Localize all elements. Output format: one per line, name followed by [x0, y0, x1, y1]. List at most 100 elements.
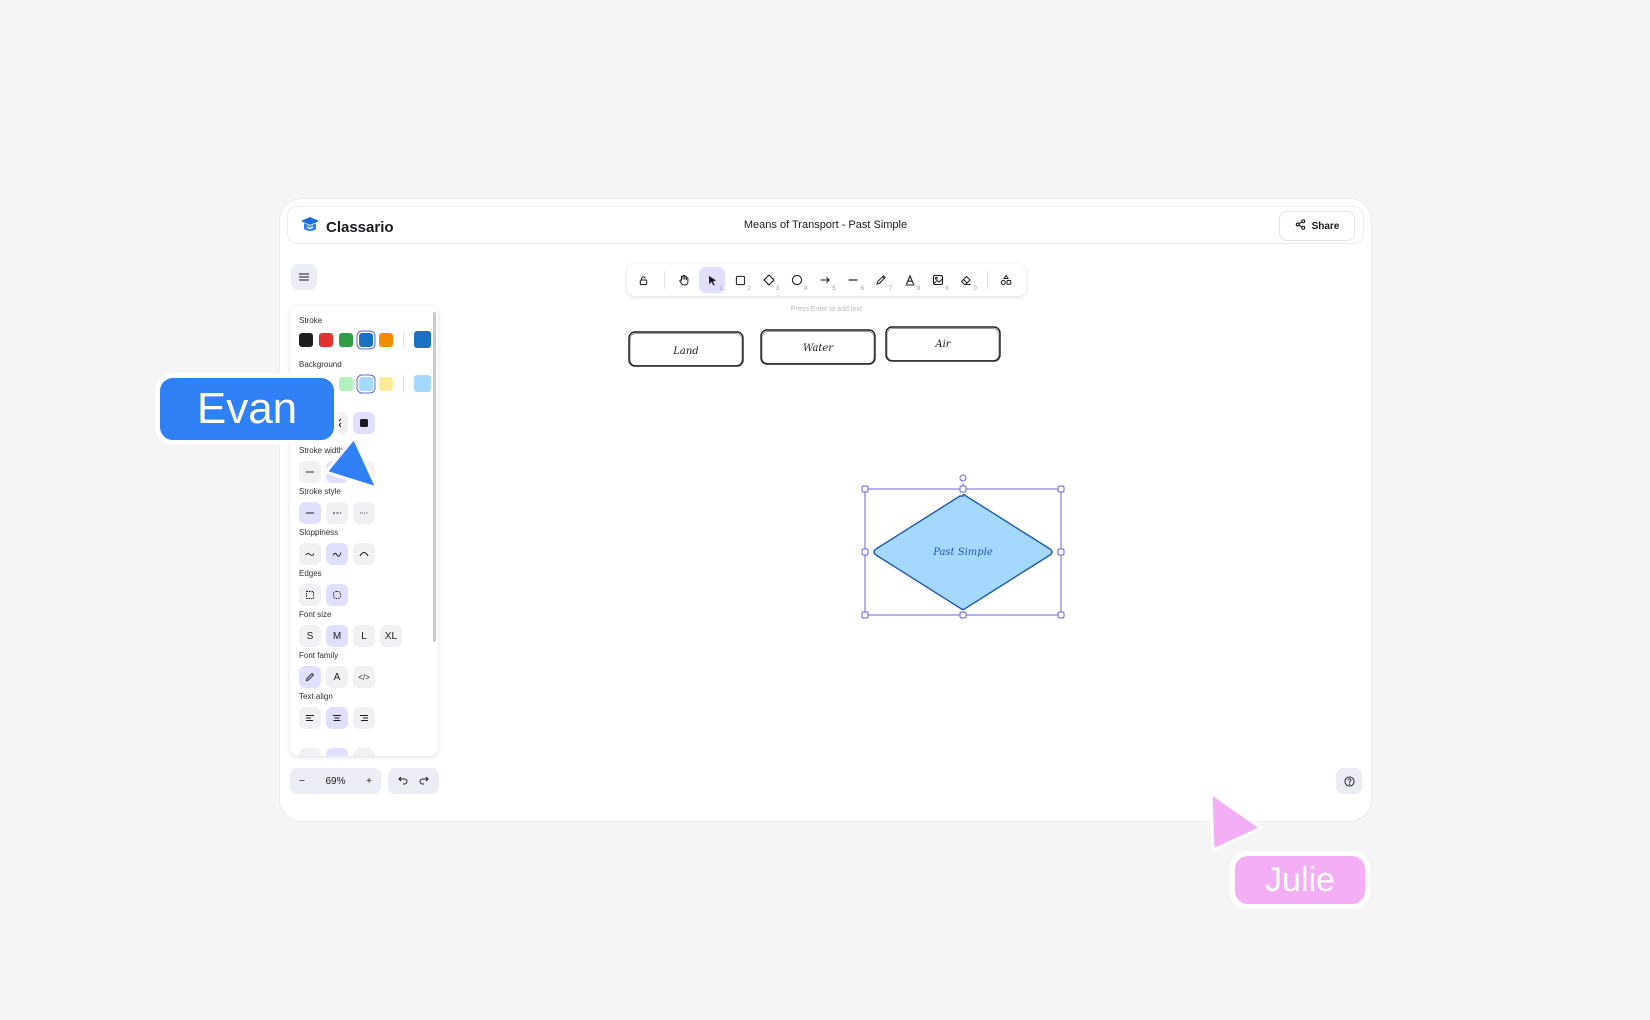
diamond-label: Past Simple: [932, 547, 993, 558]
whiteboard-app: Classario Means of Transport - Past Simp…: [280, 199, 1371, 821]
canvas-hint: Press Enter to add text: [790, 306, 863, 313]
tool-text[interactable]: 8: [897, 267, 922, 293]
tool-key: 4: [804, 286, 808, 292]
undo-button[interactable]: [398, 772, 408, 790]
stroke-color-black[interactable]: [299, 332, 313, 347]
sloppiness-architect[interactable]: [299, 543, 321, 565]
shapes-toolbar: 1 2 3 4 5 6 7 8 9 0: [627, 264, 1026, 296]
ellipse-icon: [791, 274, 802, 286]
dashed-line-icon: [333, 512, 341, 514]
box-water[interactable]: Water: [760, 329, 876, 365]
panel-scrollbar[interactable]: [433, 312, 436, 642]
background-label: Background: [299, 360, 342, 369]
diamond-shape[interactable]: Past Simple: [873, 493, 1053, 611]
redo-button[interactable]: [419, 772, 429, 790]
sloppiness-section: Sloppiness: [299, 528, 380, 565]
tool-key: 8: [916, 286, 921, 292]
help-icon: [1343, 775, 1355, 787]
rectangle-icon: [735, 275, 745, 285]
tool-diamond[interactable]: 3: [756, 267, 781, 293]
main-menu-button[interactable]: [291, 264, 317, 290]
zoom-level[interactable]: 69%: [325, 776, 345, 787]
background-color-green[interactable]: [339, 376, 353, 391]
tool-lock[interactable]: [631, 267, 656, 293]
font-size-xl[interactable]: XL: [380, 625, 402, 647]
font-size-l[interactable]: L: [353, 625, 375, 647]
stroke-color-blue[interactable]: [359, 332, 373, 347]
tool-eraser[interactable]: 0: [954, 267, 979, 293]
tool-key: 9: [945, 286, 949, 292]
vertical-align-bottom[interactable]: [353, 748, 375, 756]
tool-key: 1: [719, 286, 723, 292]
edges-round[interactable]: [326, 584, 348, 606]
edges-section: Edges: [299, 569, 353, 606]
tool-arrow[interactable]: 5: [812, 267, 837, 293]
text-align-left[interactable]: [299, 707, 321, 729]
stroke-color-red[interactable]: [319, 332, 333, 347]
hamburger-icon: [299, 268, 309, 286]
tool-line[interactable]: 6: [841, 267, 866, 293]
tool-hand[interactable]: [671, 267, 696, 293]
edges-sharp[interactable]: [299, 584, 321, 606]
image-icon: [932, 275, 943, 285]
stroke-label: Stroke: [299, 316, 323, 325]
tool-key: 3: [775, 286, 780, 292]
box-land-label: Land: [672, 346, 698, 357]
stroke-style-solid[interactable]: [299, 502, 321, 524]
font-size-m[interactable]: M: [326, 625, 348, 647]
sloppiness-cartoonist[interactable]: [353, 543, 375, 565]
box-water-label: Water: [803, 343, 834, 354]
text-icon: [905, 274, 915, 286]
text-align-right[interactable]: [353, 707, 375, 729]
fill-solid[interactable]: [353, 412, 375, 434]
stroke-style-section: Stroke style: [299, 487, 380, 524]
text-align-center[interactable]: [326, 707, 348, 729]
solid-fill-icon: [360, 419, 368, 427]
vertical-align-top[interactable]: [299, 748, 321, 756]
julie-cursor-icon: [1209, 791, 1263, 852]
stroke-color-green[interactable]: [339, 332, 353, 347]
vertical-align-middle[interactable]: [326, 748, 348, 756]
arrow-icon: [820, 277, 830, 283]
background-color-blue[interactable]: [359, 376, 373, 391]
font-size-s[interactable]: S: [299, 625, 321, 647]
tool-selection[interactable]: 1: [699, 267, 725, 293]
tool-ellipse[interactable]: 4: [784, 267, 809, 293]
stroke-style-dotted[interactable]: [353, 502, 375, 524]
stroke-width-thin[interactable]: [299, 461, 321, 483]
swatch-divider: [403, 331, 404, 348]
toolbar-divider: [986, 271, 988, 289]
tool-key: 0: [973, 286, 977, 292]
tool-library[interactable]: [994, 267, 1019, 293]
stroke-color-orange[interactable]: [379, 332, 393, 347]
background-current-color[interactable]: [414, 375, 431, 392]
box-land[interactable]: Land: [628, 331, 744, 367]
tool-key: 7: [888, 286, 893, 292]
evan-cursor-icon: [324, 436, 379, 490]
background-color-yellow[interactable]: [379, 376, 393, 391]
tool-key: 6: [860, 286, 864, 292]
tool-draw[interactable]: 7: [869, 267, 894, 293]
help-button[interactable]: [1336, 768, 1362, 794]
pointer-icon: [708, 275, 716, 286]
sloppiness-artist[interactable]: [326, 543, 348, 565]
rotate-handle[interactable]: [959, 474, 967, 482]
tool-image[interactable]: 9: [925, 267, 950, 293]
font-family-label: Font family: [299, 651, 339, 660]
align-right-icon: [360, 715, 368, 721]
sloppiness-label: Sloppiness: [299, 528, 339, 537]
box-air[interactable]: Air: [885, 326, 1001, 362]
architect-icon: [305, 552, 315, 556]
artist-icon: [332, 552, 342, 557]
eraser-icon: [960, 275, 971, 285]
swatch-divider: [403, 375, 404, 392]
zoom-in-button[interactable]: +: [366, 776, 372, 787]
zoom-out-button[interactable]: −: [299, 776, 305, 787]
font-family-normal[interactable]: A: [326, 666, 348, 688]
tool-rectangle[interactable]: 2: [728, 267, 753, 293]
stroke-current-color[interactable]: [414, 331, 431, 348]
font-family-code[interactable]: </>: [353, 666, 375, 688]
stroke-style-dashed[interactable]: [326, 502, 348, 524]
diamond-icon: [762, 274, 775, 286]
font-family-hand-drawn[interactable]: [299, 666, 321, 688]
